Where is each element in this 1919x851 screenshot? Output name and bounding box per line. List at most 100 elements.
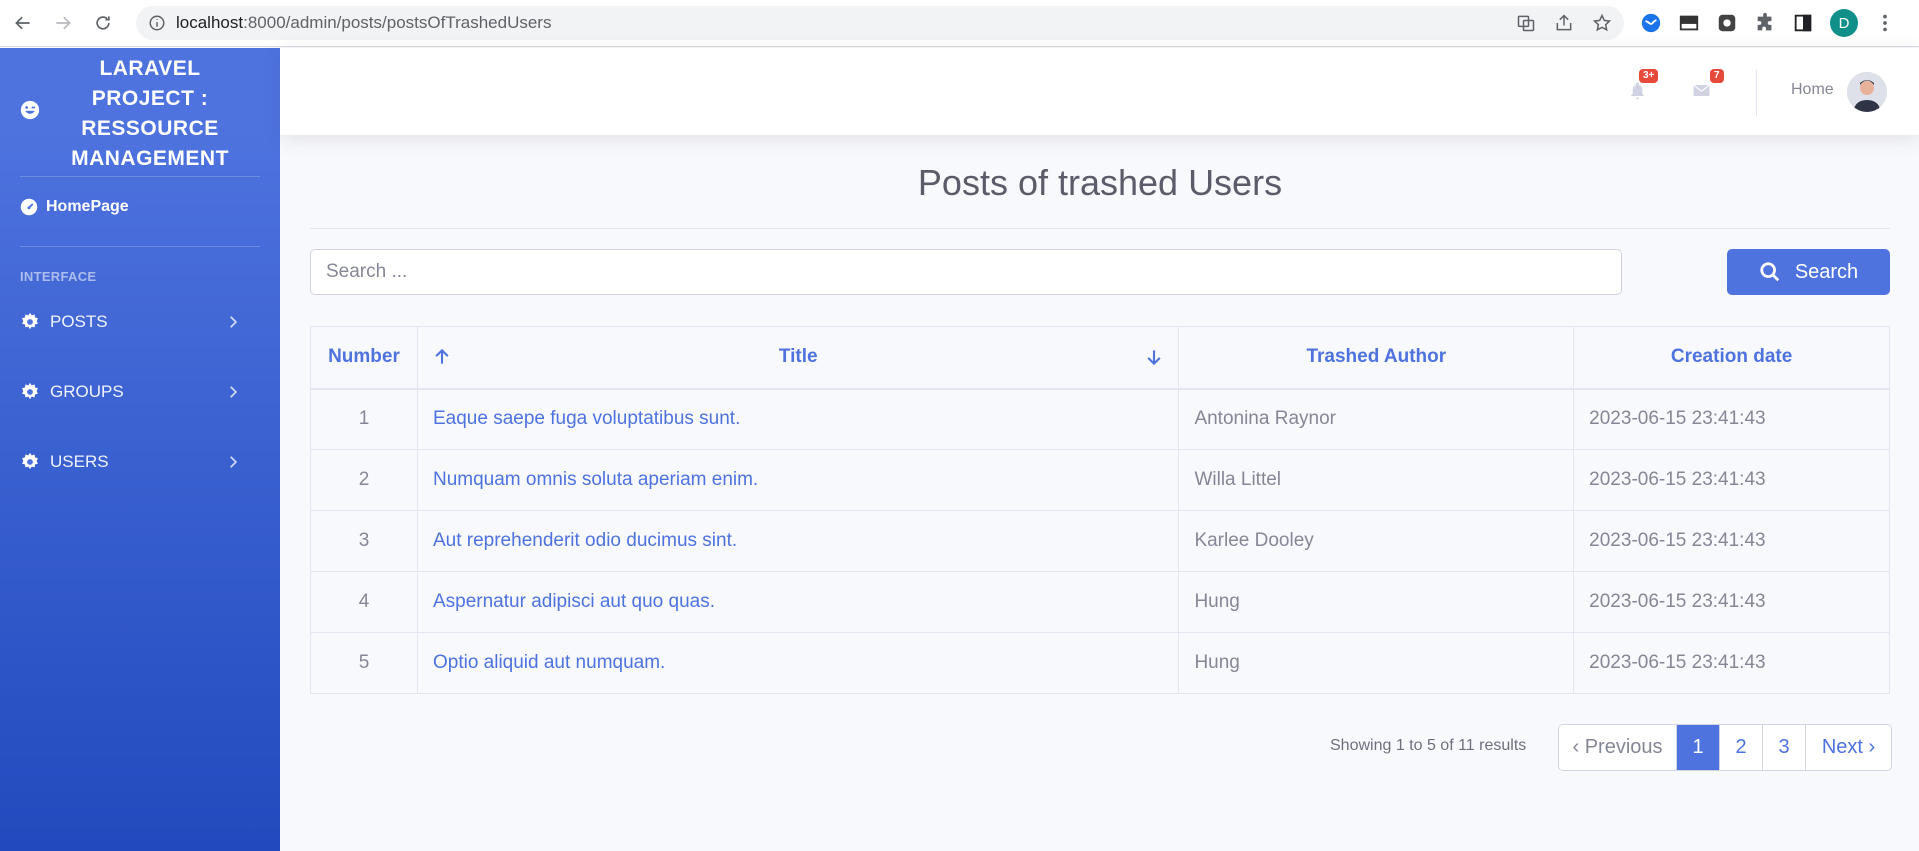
table-header-row: Number Title Trashed Author Creation dat… — [310, 326, 1890, 390]
avatar-image — [1847, 72, 1887, 112]
sidebar-item-homepage[interactable]: HomePage — [20, 198, 129, 216]
sidebar-item-label: POSTS — [50, 312, 108, 331]
search-input[interactable] — [310, 249, 1622, 295]
cell-number: 5 — [310, 632, 418, 694]
gear-icon — [22, 452, 38, 470]
arrow-right-icon — [56, 16, 71, 30]
cell-number: 2 — [310, 449, 418, 511]
pagination-page-2[interactable]: 2 — [1720, 725, 1763, 770]
sidebar-brand[interactable]: LARAVEL PROJECT : RESSOURCE MANAGEMENT — [0, 48, 280, 176]
cell-title-link[interactable]: Eaque saepe fuga voluptatibus sunt. — [416, 388, 1180, 450]
search-icon — [1760, 262, 1780, 282]
sidebar-divider — [20, 246, 260, 247]
pagination-page-3[interactable]: 3 — [1763, 725, 1806, 770]
user-avatar[interactable] — [1847, 72, 1887, 112]
pagination-page-1[interactable]: 1 — [1677, 725, 1720, 770]
column-header-title-label: Title — [778, 346, 818, 368]
table-row: 2 Numquam omnis soluta aperiam enim. Wil… — [310, 449, 1890, 511]
table-row: 1 Eaque saepe fuga voluptatibus sunt. An… — [310, 388, 1890, 450]
pagination-next[interactable]: Next › — [1806, 725, 1891, 770]
search-button-label: Search — [1794, 260, 1859, 283]
alerts-dropdown[interactable]: 3+ — [1628, 69, 1659, 105]
arrow-left-icon — [15, 16, 30, 30]
sidebar-item-groups[interactable]: GROUPS — [20, 382, 260, 402]
gear-icon — [22, 312, 38, 330]
envelope-icon — [1693, 84, 1710, 97]
cell-title-link[interactable]: Aspernatur adipisci aut quo quas. — [416, 571, 1180, 633]
globe-extension-icon[interactable] — [1640, 12, 1662, 34]
topbar: 3+ 7 Home — [280, 48, 1919, 135]
reload-icon — [96, 16, 110, 30]
messages-badge: 7 — [1710, 69, 1724, 83]
cell-title-link[interactable]: Numquam omnis soluta aperiam enim. — [416, 449, 1180, 511]
star-icon[interactable] — [1592, 13, 1612, 33]
bell-icon — [1631, 82, 1644, 100]
info-icon[interactable] — [148, 14, 166, 32]
sidebar-item-label: USERS — [50, 452, 109, 471]
news-extension-icon[interactable] — [1678, 12, 1700, 34]
side-panel-icon[interactable] — [1792, 12, 1814, 34]
messages-dropdown[interactable]: 7 — [1692, 69, 1724, 105]
title-divider — [310, 228, 1890, 229]
cell-author: Willa Littel — [1178, 449, 1575, 511]
user-name[interactable]: Home — [1791, 81, 1834, 99]
cell-date: 2023-06-15 23:41:43 — [1573, 388, 1890, 450]
table-row: 4 Aspernatur adipisci aut quo quas. Hung… — [310, 571, 1890, 633]
brand-text: LARAVEL PROJECT : RESSOURCE MANAGEMENT — [71, 57, 229, 170]
pagination: ‹ Previous 1 2 3 Next › — [1558, 724, 1892, 771]
laugh-wink-icon — [20, 100, 40, 120]
sidebar-item-users[interactable]: USERS — [20, 452, 260, 472]
cell-date: 2023-06-15 23:41:43 — [1573, 571, 1890, 633]
back-button[interactable] — [6, 6, 40, 40]
sidebar-item-label: GROUPS — [50, 382, 124, 401]
grammar-extension-icon[interactable] — [1716, 12, 1738, 34]
search-button[interactable]: Search — [1727, 249, 1890, 295]
column-header-number[interactable]: Number — [310, 326, 418, 390]
cell-date: 2023-06-15 23:41:43 — [1573, 632, 1890, 694]
table-row: 5 Optio aliquid aut numquam. Hung 2023-0… — [310, 632, 1890, 694]
sidebar-item-label: HomePage — [46, 198, 129, 215]
cell-number: 1 — [310, 388, 418, 450]
kebab-menu-icon[interactable] — [1874, 12, 1896, 34]
browser-toolbar: localhost:8000/admin/posts/postsOfTrashe… — [0, 0, 1919, 47]
cell-author: Hung — [1178, 632, 1575, 694]
column-header-author[interactable]: Trashed Author — [1178, 326, 1575, 390]
pagination-previous: ‹ Previous — [1559, 725, 1677, 770]
table-row: 3 Aut reprehenderit odio ducimus sint. K… — [310, 510, 1890, 572]
address-bar[interactable]: localhost:8000/admin/posts/postsOfTrashe… — [136, 6, 1624, 40]
chevron-right-icon — [230, 316, 238, 328]
chevron-right-icon — [230, 386, 238, 398]
cell-date: 2023-06-15 23:41:43 — [1573, 449, 1890, 511]
results-summary: Showing 1 to 5 of 11 results — [1330, 737, 1527, 754]
url-text[interactable]: localhost:8000/admin/posts/postsOfTrashe… — [176, 13, 551, 33]
sort-descending-icon[interactable] — [1144, 347, 1164, 367]
tachometer-icon — [20, 198, 38, 216]
column-header-date[interactable]: Creation date — [1573, 326, 1890, 390]
reload-button[interactable] — [86, 6, 120, 40]
cell-date: 2023-06-15 23:41:43 — [1573, 510, 1890, 572]
sort-ascending-icon[interactable] — [432, 347, 452, 367]
chevron-right-icon — [230, 456, 238, 468]
sidebar: LARAVEL PROJECT : RESSOURCE MANAGEMENT H… — [0, 48, 280, 851]
cell-author: Antonina Raynor — [1178, 388, 1575, 450]
cell-author: Hung — [1178, 571, 1575, 633]
sidebar-divider — [20, 176, 260, 177]
translate-icon[interactable] — [1516, 13, 1536, 33]
cell-title-link[interactable]: Aut reprehenderit odio ducimus sint. — [416, 510, 1180, 572]
cell-number: 4 — [310, 571, 418, 633]
profile-avatar[interactable]: D — [1830, 9, 1858, 37]
cell-number: 3 — [310, 510, 418, 572]
alerts-badge: 3+ — [1639, 69, 1659, 83]
cell-title-link[interactable]: Optio aliquid aut numquam. — [416, 632, 1180, 694]
posts-table: Number Title Trashed Author Creation dat… — [310, 326, 1890, 694]
forward-button[interactable] — [46, 6, 80, 40]
topbar-divider — [1756, 70, 1757, 116]
sidebar-heading: INTERFACE — [20, 269, 97, 284]
cell-author: Karlee Dooley — [1178, 510, 1575, 572]
gear-icon — [22, 382, 38, 400]
puzzle-icon[interactable] — [1754, 12, 1776, 34]
sidebar-item-posts[interactable]: POSTS — [20, 312, 260, 332]
url-path: :8000/admin/posts/postsOfTrashedUsers — [243, 13, 552, 32]
column-header-title[interactable]: Title — [416, 326, 1180, 390]
share-icon[interactable] — [1554, 13, 1574, 33]
